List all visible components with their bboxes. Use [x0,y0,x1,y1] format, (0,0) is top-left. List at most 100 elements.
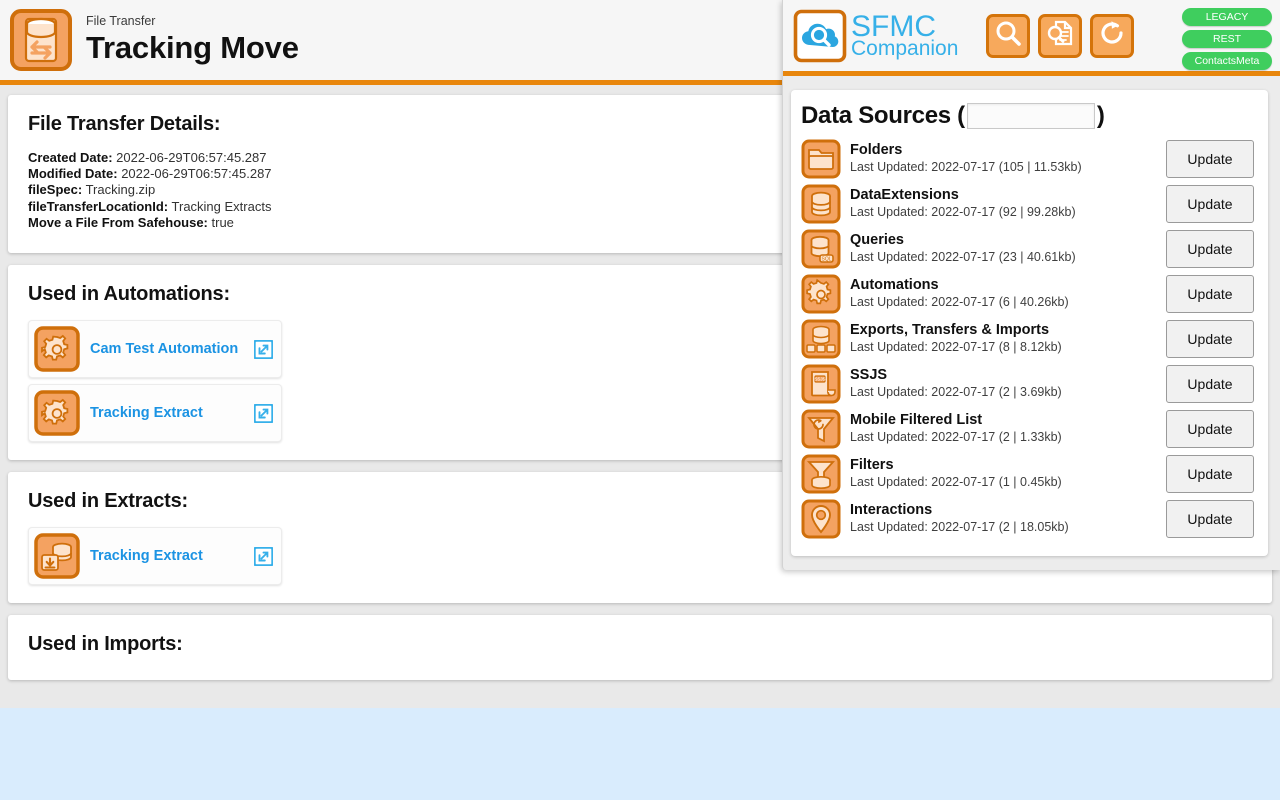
data-source-text: SSJS Last Updated: 2022-07-17 (2 | 3.69k… [850,367,1166,400]
data-source-row: DataExtensions Last Updated: 2022-07-17 … [801,181,1268,226]
page-kicker: File Transfer [86,14,156,28]
automation-name: Cam Test Automation [90,341,239,358]
screen: File Transfer Tracking Move File Transfe… [0,0,1280,800]
data-source-subtitle: Last Updated: 2022-07-17 (6 | 40.26kb) [850,295,1069,309]
desktop-background [0,708,1280,800]
status-badge-contactsmeta[interactable]: ContactsMeta [1182,52,1272,70]
file-transfer-icon [10,9,72,71]
companion-header: SFMC Companion LEGACY REST ContactsMeta [783,0,1280,76]
data-source-row: Folders Last Updated: 2022-07-17 (105 | … [801,136,1268,181]
data-source-subtitle: Last Updated: 2022-07-17 (105 | 11.53kb) [850,160,1082,174]
detail-label: Created Date: [28,150,113,165]
data-source-subtitle: Last Updated: 2022-07-17 (1 | 0.45kb) [850,475,1062,489]
sql-database-icon: SQL [801,229,841,269]
search-icon [993,18,1023,53]
refresh-button[interactable] [1090,13,1135,58]
data-source-text: DataExtensions Last Updated: 2022-07-17 … [850,187,1166,220]
status-badge-legacy[interactable]: LEGACY [1182,8,1272,26]
data-sources-title-suffix: ) [1096,102,1105,129]
automation-list-item[interactable]: Cam Test Automation [28,320,282,379]
used-in-imports-card: Used in Imports: [8,615,1272,681]
search-button[interactable] [986,13,1031,58]
data-source-name: DataExtensions [850,187,959,203]
detail-value: true [211,214,234,230]
data-source-row: Filters Last Updated: 2022-07-17 (1 | 0.… [801,451,1268,496]
automation-name: Tracking Extract [90,405,203,422]
update-button[interactable]: Update [1166,229,1254,268]
extract-list-item[interactable]: Tracking Extract [28,527,282,586]
svg-text:SQL: SQL [821,256,831,262]
data-sources-title: Data Sources ( ) [801,102,1268,130]
data-source-name: Exports, Transfers & Imports [850,322,1050,338]
data-source-text: Mobile Filtered List Last Updated: 2022-… [850,412,1166,445]
gear-icon [801,274,841,314]
update-button[interactable]: Update [1166,274,1254,313]
filter-icon [801,454,841,494]
data-source-row: Exports, Transfers & Imports Last Update… [801,316,1268,361]
detail-value: 2022-06-29T06:57:45.287 [121,166,272,182]
detail-value: Tracking.zip [85,182,156,198]
imports-heading: Used in Imports: [28,633,183,656]
data-extract-icon [34,533,80,579]
script-icon: SSJS [801,364,841,404]
data-source-name: Folders [850,142,903,158]
update-button[interactable]: Update [1166,319,1254,358]
data-sources-title-prefix: Data Sources ( [801,102,965,129]
data-source-name: Automations [850,277,939,293]
detail-label: Modified Date: [28,166,118,182]
update-button[interactable]: Update [1166,499,1254,538]
data-source-subtitle: Last Updated: 2022-07-17 (2 | 1.33kb) [850,430,1062,444]
sfmc-companion-panel: SFMC Companion LEGACY REST ContactsMeta … [782,0,1280,570]
update-button[interactable]: Update [1166,454,1254,493]
gear-icon [34,390,80,436]
data-source-text: Interactions Last Updated: 2022-07-17 (2… [850,502,1166,535]
brand-line-2: Companion [851,37,959,60]
data-source-subtitle: Last Updated: 2022-07-17 (8 | 8.12kb) [850,340,1062,354]
extract-name: Tracking Extract [90,548,203,565]
data-sources-filter-input[interactable] [966,103,1095,129]
pin-icon [801,499,841,539]
external-link-icon[interactable] [253,545,274,567]
data-source-subtitle: Last Updated: 2022-07-17 (2 | 3.69kb) [850,385,1062,399]
document-search-icon [1045,18,1075,53]
update-button[interactable]: Update [1166,184,1254,223]
data-source-name: Mobile Filtered List [850,412,983,428]
detail-label: fileSpec: [28,182,83,198]
detail-label: fileTransferLocationId: [28,198,169,214]
detail-value: 2022-06-29T06:57:45.287 [116,150,267,165]
folder-icon [801,139,841,179]
data-source-subtitle: Last Updated: 2022-07-17 (2 | 18.05kb) [850,520,1069,534]
status-badge-rest[interactable]: REST [1182,30,1272,48]
detail-label: Move a File From Safehouse: [28,214,208,230]
document-search-button[interactable] [1038,13,1083,58]
external-link-icon[interactable] [253,338,274,360]
svg-text:SSJS: SSJS [815,376,826,381]
data-source-subtitle: Last Updated: 2022-07-17 (23 | 40.61kb) [850,250,1076,264]
data-source-row: SQL Queries Last Updated: 2022-07-17 (23… [801,226,1268,271]
transfer-icon [801,319,841,359]
data-source-text: Folders Last Updated: 2022-07-17 (105 | … [850,142,1166,175]
data-source-text: Queries Last Updated: 2022-07-17 (23 | 4… [850,232,1166,265]
data-source-name: Queries [850,232,904,248]
data-source-text: Exports, Transfers & Imports Last Update… [850,322,1166,355]
data-source-row: Interactions Last Updated: 2022-07-17 (2… [801,496,1268,541]
update-button[interactable]: Update [1166,409,1254,448]
data-source-row: Automations Last Updated: 2022-07-17 (6 … [801,271,1268,316]
detail-value: Tracking Extracts [171,198,272,214]
database-icon [801,184,841,224]
data-source-text: Filters Last Updated: 2022-07-17 (1 | 0.… [850,457,1166,490]
update-button[interactable]: Update [1166,139,1254,178]
automation-list-item[interactable]: Tracking Extract [28,384,282,443]
data-sources-card: Data Sources ( ) Folders Last Updated: 2… [791,90,1268,556]
page-title: Tracking Move [86,30,299,65]
refresh-icon [1097,18,1127,53]
external-link-icon[interactable] [253,402,274,424]
data-source-name: Filters [850,457,894,473]
brand: SFMC Companion [793,9,958,63]
cloud-search-icon [793,9,847,63]
data-source-text: Automations Last Updated: 2022-07-17 (6 … [850,277,1166,310]
data-source-name: SSJS [850,367,888,383]
data-source-subtitle: Last Updated: 2022-07-17 (92 | 99.28kb) [850,205,1076,219]
mobile-filter-icon [801,409,841,449]
update-button[interactable]: Update [1166,364,1254,403]
